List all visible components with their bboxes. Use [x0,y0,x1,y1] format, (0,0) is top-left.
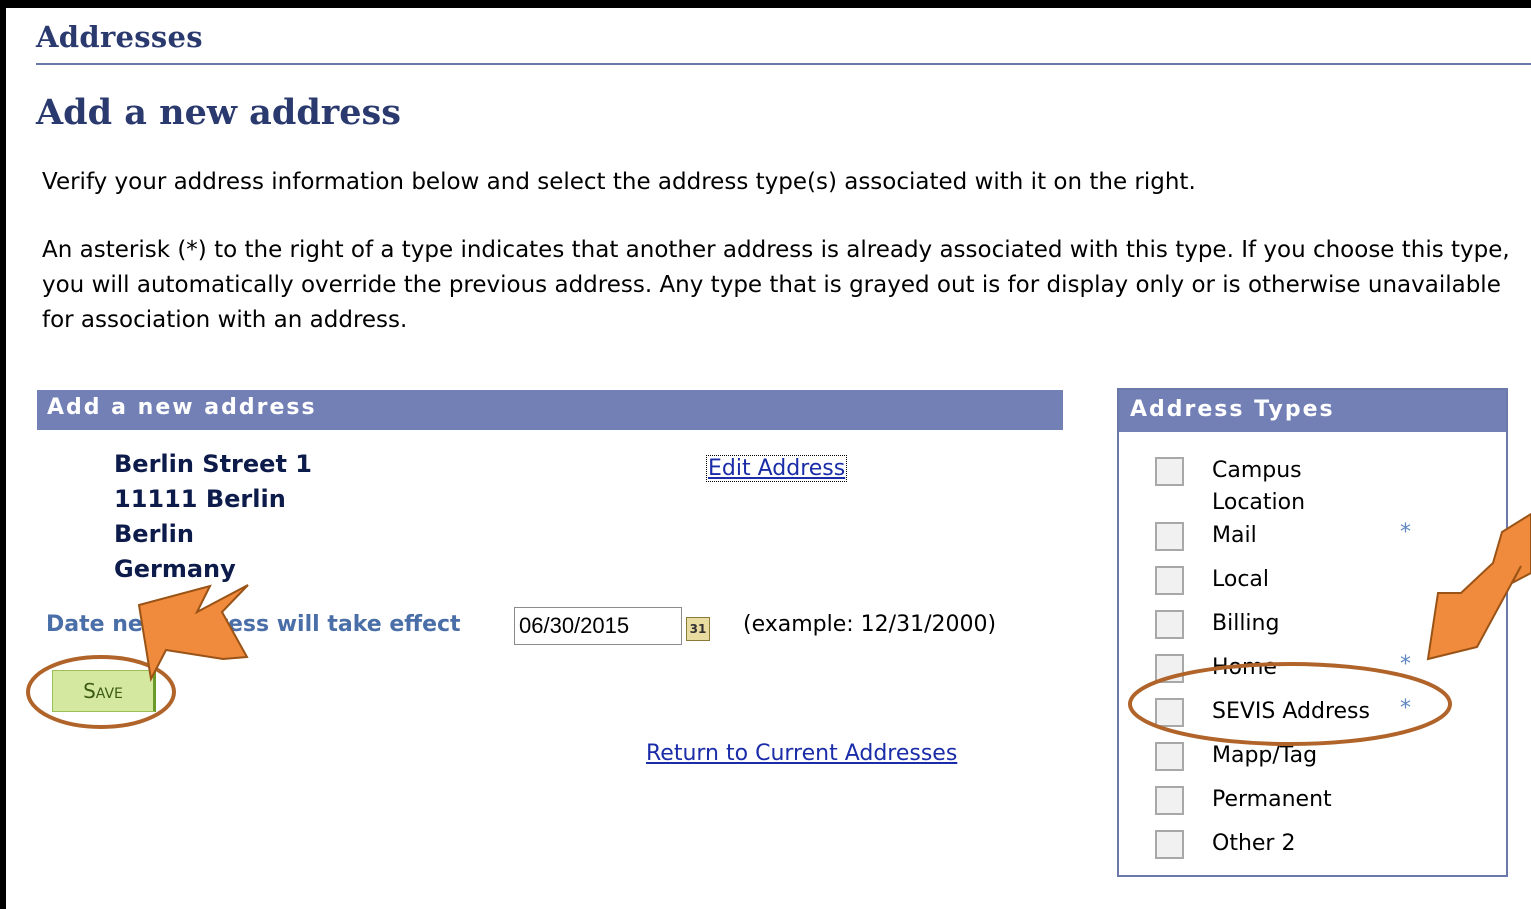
address-type-label: Other 2 [1212,831,1296,856]
address-type-label: Mapp/Tag [1212,743,1318,768]
existing-address-asterisk: * [1400,696,1411,721]
instruction-text-1: Verify your address information below an… [42,169,1196,195]
sevis-address-checkbox[interactable] [1155,698,1184,727]
calendar-icon[interactable]: 31 [686,617,710,641]
effective-date-input[interactable] [514,607,682,645]
local-checkbox[interactable] [1155,566,1184,595]
address-line: Berlin Street 1 [114,450,312,478]
left-frame-bar [0,0,6,909]
existing-address-asterisk: * [1400,520,1411,545]
campus-location-checkbox[interactable] [1155,457,1184,486]
address-type-label: Permanent [1212,787,1332,812]
return-to-current-addresses-link[interactable]: Return to Current Addresses [646,741,957,766]
home-checkbox[interactable] [1155,654,1184,683]
address-type-label: Local [1212,567,1270,592]
save-button[interactable]: Save [52,670,156,712]
address-line: 11111 Berlin [114,485,286,513]
address-type-label: Billing [1212,611,1280,636]
permanent-checkbox[interactable] [1155,786,1184,815]
address-panel-header: Add a new address [37,390,1063,430]
address-line: Berlin [114,520,194,548]
date-example-text: (example: 12/31/2000) [743,612,997,637]
address-type-label: Campus Location [1212,458,1306,515]
instruction-text-2: An asterisk (*) to the right of a type i… [42,237,1510,333]
address-types-header: Address Types [1119,390,1506,432]
page-title: Add a new address [36,92,401,133]
address-type-label: Mail [1212,523,1257,548]
section-title: Addresses [36,20,203,54]
address-block: Berlin Street 1 11111 Berlin Berlin Germ… [114,447,312,587]
address-type-label: Home [1212,655,1277,680]
address-line: Germany [114,555,236,583]
other-2-checkbox[interactable] [1155,830,1184,859]
edit-address-link[interactable]: Edit Address [705,455,848,482]
effective-date-label: Date new address will take effect [46,612,461,637]
billing-checkbox[interactable] [1155,610,1184,639]
top-frame-bar [0,0,1531,8]
existing-address-asterisk: * [1400,652,1411,677]
mapp-tag-checkbox[interactable] [1155,742,1184,771]
section-divider [36,63,1531,65]
address-type-label: SEVIS Address [1212,699,1370,724]
mail-checkbox[interactable] [1155,522,1184,551]
